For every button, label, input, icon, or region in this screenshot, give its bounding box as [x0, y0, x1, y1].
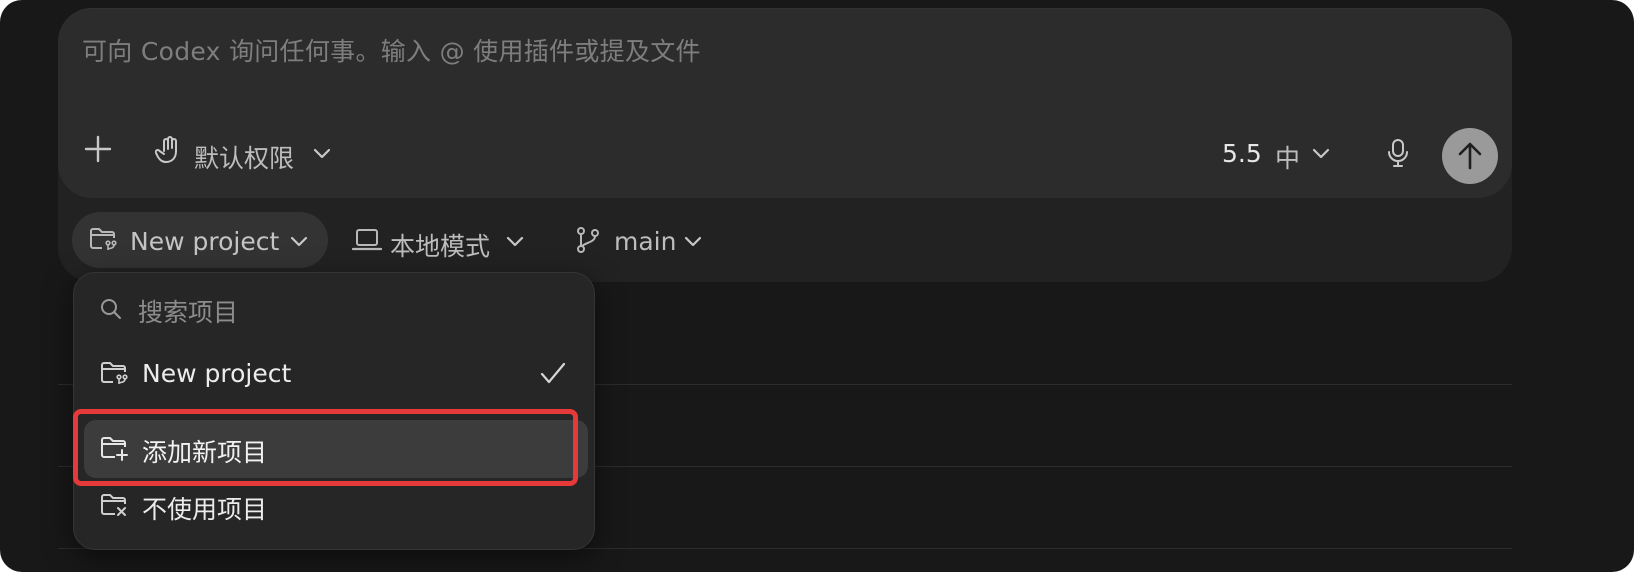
chevron-down-icon[interactable]: [312, 146, 332, 160]
folder-branch-icon: [88, 226, 118, 254]
folder-branch-icon: [99, 360, 129, 388]
branch-selector[interactable]: main: [614, 227, 676, 256]
project-search-input[interactable]: 搜索项目: [138, 293, 238, 329]
git-branch-icon[interactable]: [575, 226, 601, 254]
chevron-down-icon[interactable]: [505, 234, 525, 248]
arrow-up-icon: [1457, 141, 1483, 171]
search-icon: [100, 298, 122, 320]
permissions-selector[interactable]: 默认权限: [194, 139, 294, 175]
folder-x-icon: [99, 492, 129, 520]
hand-icon[interactable]: [155, 135, 183, 165]
folder-plus-icon: [99, 435, 129, 463]
microphone-icon[interactable]: [1386, 138, 1410, 168]
chevron-down-icon: [289, 234, 309, 248]
laptop-icon[interactable]: [352, 228, 382, 252]
chevron-down-icon[interactable]: [683, 234, 703, 248]
project-selector-label: New project: [130, 227, 280, 256]
project-option-label: 添加新项目: [142, 438, 268, 467]
app-window: 可向 Codex 询问任何事。输入 @ 使用插件或提及文件 默认权限 5.5 中…: [0, 0, 1634, 572]
check-icon: [540, 362, 566, 384]
model-selector[interactable]: 5.5: [1222, 139, 1262, 168]
send-button[interactable]: [1442, 128, 1498, 184]
prompt-input[interactable]: 可向 Codex 询问任何事。输入 @ 使用插件或提及文件: [82, 32, 701, 68]
effort-selector[interactable]: 中: [1275, 139, 1300, 175]
mode-selector[interactable]: 本地模式: [390, 227, 490, 263]
plus-icon[interactable]: [84, 135, 112, 163]
project-option-label: New project: [142, 359, 292, 388]
chevron-down-icon[interactable]: [1311, 146, 1331, 160]
project-option-label: 不使用项目: [142, 495, 268, 524]
